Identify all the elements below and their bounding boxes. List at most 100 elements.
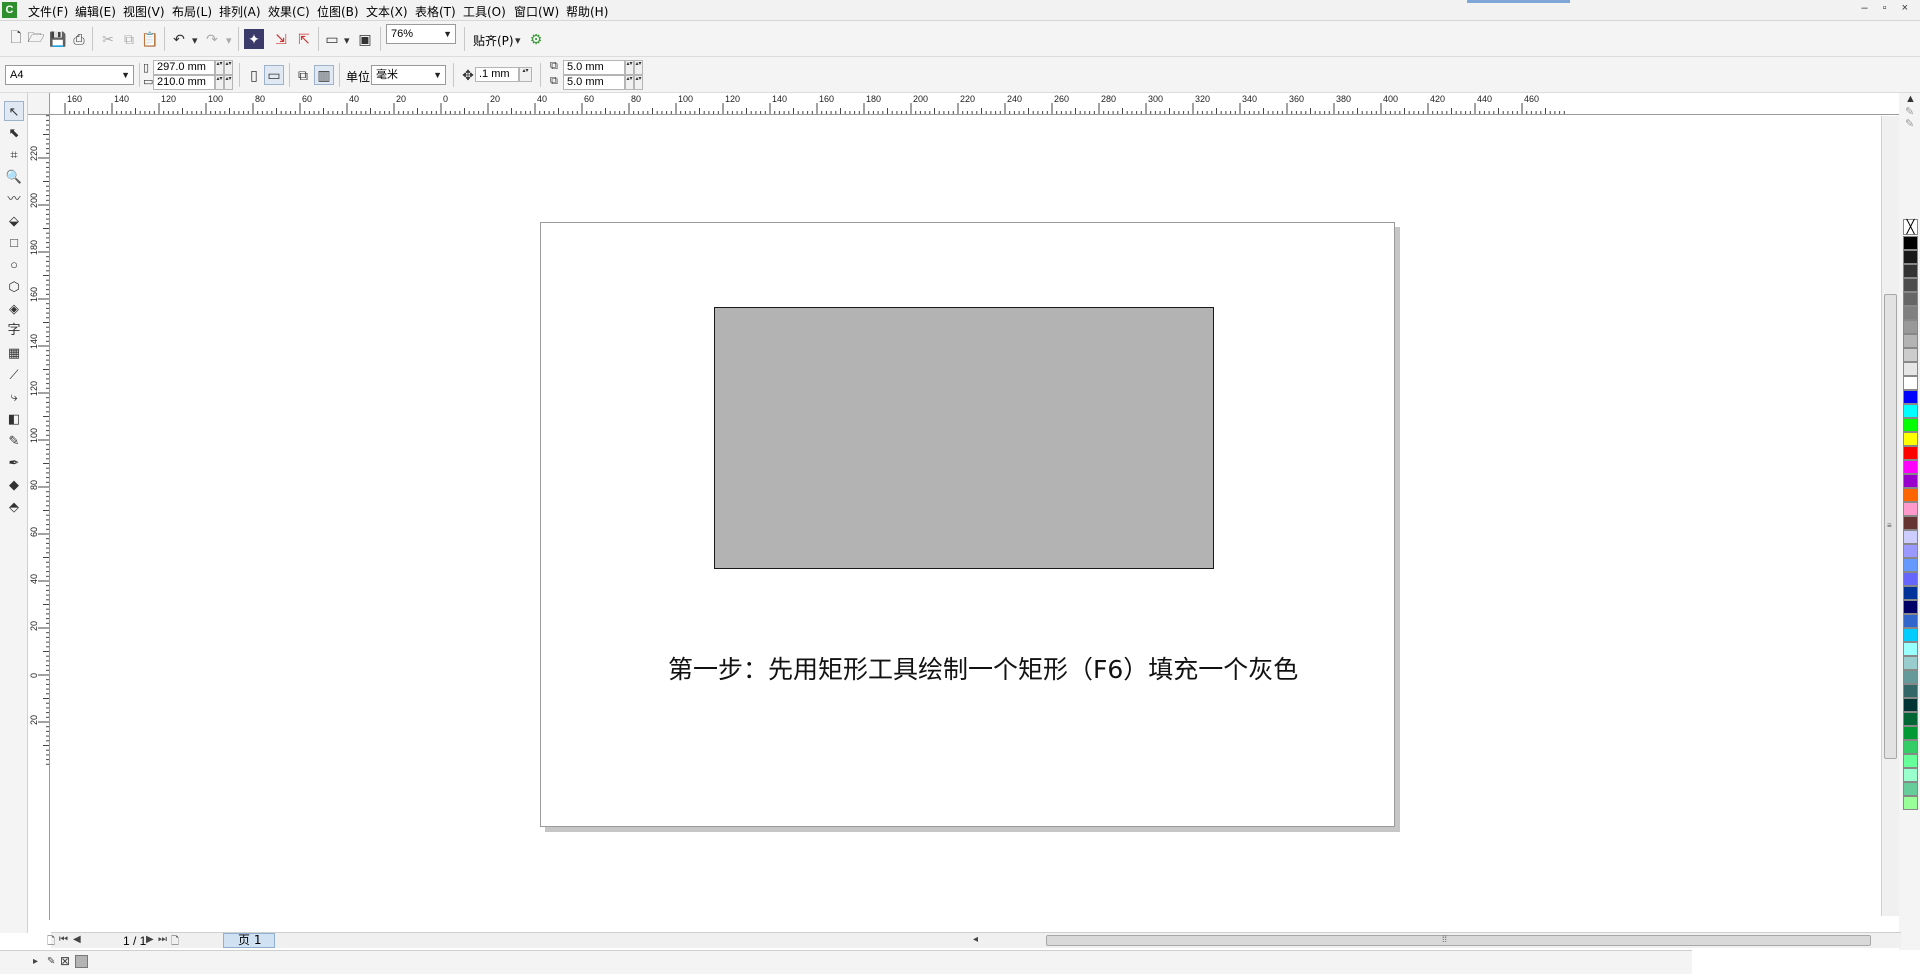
units-select[interactable]: 毫米 ▼ [371, 65, 446, 85]
duplicate-x-ratio[interactable]: ▴▾ [634, 60, 643, 75]
next-page-icon[interactable]: ▶ [146, 934, 154, 945]
color-swatch[interactable] [1903, 516, 1918, 530]
color-swatch[interactable] [1903, 460, 1918, 474]
color-swatch[interactable] [1903, 362, 1918, 376]
table-tool-icon[interactable]: ▦ [4, 343, 24, 363]
undo-icon[interactable]: ↶ [169, 29, 189, 49]
no-color-swatch[interactable]: ╳ [1903, 219, 1918, 235]
import-icon[interactable]: ⇲ [271, 29, 291, 49]
duplicate-distance-y-input[interactable]: 5.0 mm [563, 75, 625, 90]
page-tab[interactable]: 页 1 [223, 933, 275, 948]
menu-view[interactable]: 视图(V) [123, 3, 165, 20]
color-swatch[interactable] [1903, 488, 1918, 502]
color-swatch[interactable] [1903, 418, 1918, 432]
all-pages-icon[interactable]: ⧉ [293, 65, 313, 85]
freehand-tool-icon[interactable]: 〰 [4, 189, 24, 209]
new-document-icon[interactable]: 🗋 [6, 29, 26, 49]
redo-icon[interactable]: ↷ [202, 29, 222, 49]
first-page-icon[interactable]: ⏮ [59, 934, 68, 945]
portrait-icon[interactable]: ▯ [244, 65, 264, 85]
basic-shapes-tool-icon[interactable]: ◈ [4, 299, 24, 319]
outline-tool-icon[interactable]: ✒ [4, 453, 24, 473]
menu-help[interactable]: 帮助(H) [566, 3, 608, 20]
status-expand-icon[interactable]: ▸ [33, 956, 38, 967]
color-swatch[interactable] [1903, 740, 1918, 754]
eyedropper-tool-icon[interactable]: ✎ [4, 431, 24, 451]
paper-size-select[interactable]: A4 ▼ [5, 65, 134, 85]
color-swatch[interactable] [1903, 558, 1918, 572]
copy-icon[interactable]: ⧉ [119, 29, 139, 49]
window-controls[interactable]: – ▫ × [1861, 2, 1914, 14]
color-swatch[interactable] [1903, 264, 1918, 278]
color-swatch[interactable] [1903, 278, 1918, 292]
welcome-screen-icon[interactable]: ▣ [355, 29, 375, 49]
paste-icon[interactable]: 📋 [140, 29, 160, 49]
palette-scroll-up-icon[interactable]: ▲ [1905, 93, 1916, 105]
vertical-ruler[interactable]: 24022020018016014012010080604020020 [28, 115, 50, 920]
duplicate-y-ratio[interactable]: ▴▾ [634, 75, 643, 90]
dimension-tool-icon[interactable]: ⟋ [4, 365, 24, 385]
color-swatch[interactable] [1903, 474, 1918, 488]
color-swatch[interactable] [1903, 698, 1918, 712]
color-swatch[interactable] [1903, 390, 1918, 404]
color-swatch[interactable] [1903, 796, 1918, 810]
shape-tool-icon[interactable]: ⬉ [4, 123, 24, 143]
application-launcher-icon[interactable]: ▭ [322, 29, 342, 49]
zoom-tool-icon[interactable]: 🔍 [4, 167, 24, 187]
color-swatch[interactable] [1903, 726, 1918, 740]
cut-icon[interactable]: ✂ [98, 29, 118, 49]
menu-effects[interactable]: 效果(C) [268, 3, 310, 20]
horizontal-scrollbar[interactable]: ◂ ⁞⁞ [971, 932, 1901, 948]
open-folder-icon[interactable]: 🗁 [26, 29, 46, 49]
color-swatch[interactable] [1903, 642, 1918, 656]
instruction-text[interactable]: 第一步：先用矩形工具绘制一个矩形（F6）填充一个灰色 [668, 650, 1298, 686]
lock-ratio-button[interactable]: ▴▾ [224, 60, 233, 75]
color-swatch[interactable] [1903, 404, 1918, 418]
previous-page-icon[interactable]: ◀ [73, 934, 81, 945]
search-content-icon[interactable]: ✦ [244, 29, 264, 49]
rectangle-tool-icon[interactable]: □ [4, 233, 24, 253]
scroll-left-icon[interactable]: ◂ [973, 934, 978, 945]
print-icon[interactable]: ⎙ [69, 29, 89, 49]
current-fill-swatch[interactable] [75, 955, 88, 968]
color-swatch[interactable] [1903, 250, 1918, 264]
menu-edit[interactable]: 编辑(E) [75, 3, 116, 20]
zoom-level-select[interactable]: 76% ▼ [386, 24, 456, 44]
horizontal-scroll-thumb[interactable]: ⁞⁞ [1046, 934, 1871, 946]
duplicate-distance-x-input[interactable]: 5.0 mm [563, 60, 625, 75]
undo-dropdown-icon[interactable]: ▾ [192, 34, 198, 47]
color-swatch[interactable] [1903, 768, 1918, 782]
gray-rectangle[interactable] [714, 307, 1214, 569]
menu-file[interactable]: 文件(F) [28, 3, 68, 20]
color-swatch[interactable] [1903, 628, 1918, 642]
width-spinner[interactable]: ▴▾ [215, 60, 224, 75]
color-swatch[interactable] [1903, 530, 1918, 544]
save-icon[interactable]: 💾 [48, 29, 68, 49]
page-width-input[interactable]: 297.0 mm [153, 60, 215, 75]
blend-tool-icon[interactable]: ◧ [4, 409, 24, 429]
pick-tool-icon[interactable]: ↖ [4, 101, 24, 121]
menu-arrange[interactable]: 排列(A) [219, 3, 261, 20]
polygon-tool-icon[interactable]: ⬡ [4, 277, 24, 297]
menu-table[interactable]: 表格(T) [415, 3, 456, 20]
crop-tool-icon[interactable]: ⌗ [4, 145, 24, 165]
snap-dropdown-icon[interactable]: ▾ [515, 34, 521, 47]
no-fill-indicator-icon[interactable]: ⊠ [60, 954, 70, 968]
color-swatch[interactable] [1903, 754, 1918, 768]
interactive-fill-tool-icon[interactable]: ⬘ [4, 497, 24, 517]
last-page-icon[interactable]: ⏭ [158, 934, 167, 945]
page-height-input[interactable]: 210.0 mm [153, 75, 215, 90]
color-swatch[interactable] [1903, 502, 1918, 516]
current-page-icon[interactable]: ▥ [314, 65, 334, 85]
export-icon[interactable]: ⇱ [294, 29, 314, 49]
connector-tool-icon[interactable]: ⤷ [4, 387, 24, 407]
color-swatch[interactable] [1903, 586, 1918, 600]
height-ratio-button[interactable]: ▴▾ [224, 75, 233, 90]
menu-layout[interactable]: 布局(L) [172, 3, 212, 20]
horizontal-ruler[interactable]: 160 140 120 100 80 60 40 20 0 20 40 60 80 100 120 140 16… [50, 93, 1905, 115]
smart-fill-tool-icon[interactable]: ⬙ [4, 211, 24, 231]
height-spinner[interactable]: ▴▾ [215, 75, 224, 90]
color-swatch[interactable] [1903, 670, 1918, 684]
palette-pen-icon[interactable]: ✎ [1905, 117, 1914, 130]
vertical-scrollbar[interactable]: ≡ [1881, 116, 1899, 916]
